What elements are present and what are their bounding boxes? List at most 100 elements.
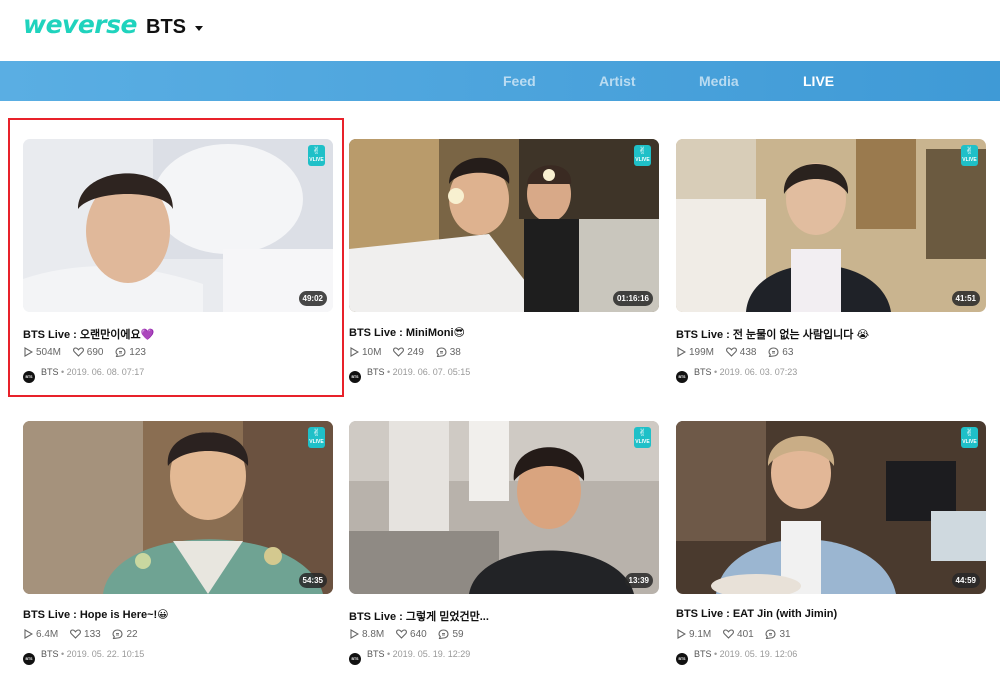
video-thumbnail[interactable]: ✌ VLIVE 54:35 <box>23 421 333 594</box>
video-date: 2019. 05. 19. 12:29 <box>392 649 471 659</box>
video-card[interactable]: ✌ VLIVE 54:35 BTS Live : Hope is Here~!😀 … <box>23 421 333 683</box>
heart-icon <box>72 347 84 357</box>
like-count: 690 <box>72 347 103 358</box>
video-date: 2019. 06. 08. 07:17 <box>66 367 145 377</box>
comment-icon <box>115 347 126 358</box>
video-title[interactable]: BTS Live : 오랜만이에요💜 <box>23 326 154 342</box>
play-icon <box>350 629 360 639</box>
like-count: 438 <box>725 347 756 358</box>
video-title[interactable]: BTS Live : MiniMoni😎 <box>349 326 465 339</box>
avatar[interactable]: BTS <box>349 371 361 383</box>
video-thumbnail[interactable]: ✌ VLIVE 13:39 <box>349 421 659 594</box>
channel-name[interactable]: BTS <box>367 649 385 659</box>
play-count: 199M <box>676 347 714 358</box>
comment-icon <box>112 629 124 640</box>
channel-name[interactable]: BTS <box>694 649 712 659</box>
top-header: weverse BTS <box>0 0 1000 61</box>
like-count: 133 <box>70 629 101 640</box>
chevron-down-icon[interactable] <box>195 26 203 31</box>
video-card[interactable]: ✌ VLIVE 13:39 BTS Live : 그렇게 믿었건만... 8.8M… <box>349 421 659 683</box>
play-count: 504M <box>23 347 61 358</box>
video-stats: 199M 438 63 <box>676 347 802 359</box>
channel-name[interactable]: BTS <box>41 367 59 377</box>
video-meta: BTS BTS • 2019. 06. 03. 07:23 <box>676 367 797 383</box>
avatar[interactable]: BTS <box>676 653 688 665</box>
play-icon <box>677 347 687 357</box>
video-thumbnail[interactable]: ✌ VLIVE 01:16:16 <box>349 139 659 312</box>
like-count: 640 <box>396 629 427 640</box>
play-count: 10M <box>349 347 381 358</box>
comment-icon <box>765 629 777 640</box>
avatar[interactable]: BTS <box>676 371 688 383</box>
play-count: 8.8M <box>349 629 384 640</box>
heart-icon <box>723 629 734 639</box>
comment-count: 63 <box>768 347 793 358</box>
avatar[interactable]: BTS <box>23 371 35 383</box>
tab-artist[interactable]: Artist <box>599 73 636 89</box>
video-thumbnail[interactable]: ✌ VLIVE 49:02 <box>23 139 333 312</box>
video-thumbnail[interactable]: ✌ VLIVE 41:51 <box>676 139 986 312</box>
video-duration: 13:39 <box>624 573 653 588</box>
video-date: 2019. 06. 03. 07:23 <box>719 367 798 377</box>
weverse-logo[interactable]: weverse <box>23 10 137 39</box>
channel-name[interactable]: BTS <box>694 367 712 377</box>
video-meta: BTS BTS • 2019. 05. 19. 12:06 <box>676 649 797 665</box>
heart-icon <box>396 629 407 639</box>
vlive-icon: ✌ VLIVE <box>634 427 651 448</box>
vlive-icon: ✌ VLIVE <box>308 145 325 166</box>
video-duration: 41:51 <box>951 291 980 306</box>
video-card[interactable]: ✌ VLIVE 41:51 BTS Live : 전 눈물이 없는 사람입니다 😭… <box>676 139 986 401</box>
video-date: 2019. 05. 22. 10:15 <box>66 649 145 659</box>
video-title[interactable]: BTS Live : Hope is Here~!😀 <box>23 608 169 621</box>
main-nav: Feed Artist Media LIVE <box>0 61 1000 101</box>
comment-count: 22 <box>112 629 138 640</box>
channel-name[interactable]: BTS <box>41 649 59 659</box>
avatar[interactable]: BTS <box>23 653 35 665</box>
tab-media[interactable]: Media <box>699 73 739 89</box>
video-meta: BTS BTS • 2019. 06. 08. 07:17 <box>23 367 144 383</box>
video-meta: BTS BTS • 2019. 06. 07. 05:15 <box>349 367 470 383</box>
comment-count: 59 <box>438 629 464 640</box>
video-duration: 44:59 <box>951 573 980 588</box>
comment-count: 38 <box>436 347 461 358</box>
video-duration: 01:16:16 <box>612 291 653 306</box>
video-card[interactable]: ✌ VLIVE 44:59 BTS Live : EAT Jin (with Ji… <box>676 421 986 683</box>
vlive-icon: ✌ VLIVE <box>634 145 651 166</box>
heart-icon <box>725 347 737 357</box>
play-count: 9.1M <box>676 629 711 640</box>
video-stats: 10M 249 38 <box>349 347 470 359</box>
comment-count: 123 <box>115 347 146 358</box>
artist-selector[interactable]: BTS <box>146 16 186 39</box>
video-card[interactable]: ✌ VLIVE 01:16:16 BTS Live : MiniMoni😎 10M… <box>349 139 659 401</box>
video-stats: 504M 690 123 <box>23 347 155 359</box>
comment-count: 31 <box>765 629 791 640</box>
video-meta: BTS BTS • 2019. 05. 19. 12:29 <box>349 649 470 665</box>
vlive-icon: ✌ VLIVE <box>961 427 978 448</box>
avatar[interactable]: BTS <box>349 653 361 665</box>
video-duration: 54:35 <box>298 573 327 588</box>
tab-feed[interactable]: Feed <box>503 73 536 89</box>
video-date: 2019. 05. 19. 12:06 <box>719 649 798 659</box>
video-title[interactable]: BTS Live : EAT Jin (with Jimin) <box>676 608 837 620</box>
play-icon <box>677 629 687 639</box>
video-thumbnail[interactable]: ✌ VLIVE 44:59 <box>676 421 986 594</box>
video-date: 2019. 06. 07. 05:15 <box>392 367 471 377</box>
comment-icon <box>436 347 447 358</box>
tab-live[interactable]: LIVE <box>803 73 834 89</box>
heart-icon <box>70 629 81 639</box>
video-stats: 6.4M 133 22 <box>23 629 147 641</box>
video-meta: BTS BTS • 2019. 05. 22. 10:15 <box>23 649 144 665</box>
video-title[interactable]: BTS Live : 전 눈물이 없는 사람입니다 😭 <box>676 326 869 342</box>
video-title[interactable]: BTS Live : 그렇게 믿었건만... <box>349 608 489 624</box>
comment-icon <box>438 629 450 640</box>
play-icon <box>24 629 34 639</box>
channel-name[interactable]: BTS <box>367 367 385 377</box>
video-duration: 49:02 <box>298 291 327 306</box>
vlive-icon: ✌ VLIVE <box>308 427 325 448</box>
comment-icon <box>768 347 779 358</box>
play-count: 6.4M <box>23 629 58 640</box>
like-count: 401 <box>723 629 754 640</box>
heart-icon <box>393 347 405 357</box>
video-card[interactable]: ✌ VLIVE 49:02 BTS Live : 오랜만이에요💜 504M 690… <box>23 139 333 401</box>
vlive-icon: ✌ VLIVE <box>961 145 978 166</box>
